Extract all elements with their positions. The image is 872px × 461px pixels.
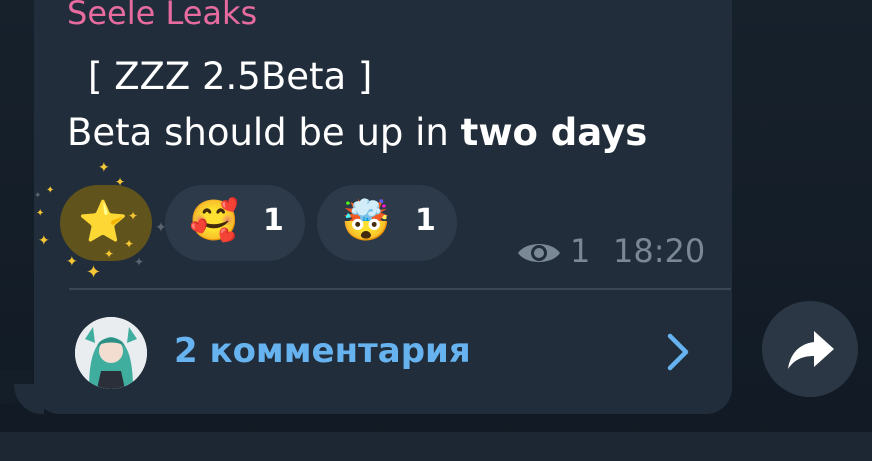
share-arrow-icon: [788, 331, 834, 369]
message-text-line1: [ ZZZ 2.5Beta ]: [88, 55, 373, 98]
avatar-image: [75, 317, 147, 389]
sparkle-icon: ✦: [36, 208, 45, 219]
comments-divider: [69, 288, 731, 290]
smiling-face-with-hearts-icon: 🥰: [189, 198, 239, 244]
reaction-count: 1: [263, 203, 284, 238]
message-text-bold: two days: [460, 111, 648, 154]
eye-icon: [518, 244, 560, 262]
sparkle-icon: ✦: [66, 254, 78, 270]
sparkle-icon: ✦: [115, 175, 126, 189]
sender-name[interactable]: Seele Leaks: [67, 0, 257, 32]
views-count: 1: [570, 232, 591, 270]
bottom-strip: [0, 432, 872, 461]
reaction-count: 1: [415, 203, 436, 238]
sparkle-icon: ✦: [46, 185, 55, 196]
sparkle-icon: ✦: [38, 233, 50, 249]
message-text-prefix: Beta should be up in: [67, 111, 461, 154]
sparkle-icon: ✦: [34, 191, 42, 201]
chevron-right-icon: [667, 333, 689, 371]
sparkle-icon: ✦: [98, 160, 110, 176]
share-button[interactable]: [762, 301, 858, 397]
sparkle-icon: ✦: [134, 255, 145, 269]
sparkle-icon: ✦: [104, 247, 115, 261]
reaction-smiling-hearts[interactable]: 🥰 1: [165, 185, 305, 261]
reaction-exploding-head[interactable]: 🤯 1: [317, 185, 457, 261]
sparkle-icon: ✦: [124, 237, 135, 251]
star-effect-icon: ⭐: [78, 199, 128, 245]
comments-label: 2 комментария: [174, 331, 471, 371]
sparkle-icon: ✦: [128, 209, 139, 223]
message-time: 18:20: [613, 232, 706, 270]
message-text-line2: Beta should be up in two days: [67, 111, 647, 154]
sparkle-icon: ✦: [86, 262, 102, 283]
avatar: [75, 317, 147, 389]
exploding-head-icon: 🤯: [341, 198, 391, 244]
